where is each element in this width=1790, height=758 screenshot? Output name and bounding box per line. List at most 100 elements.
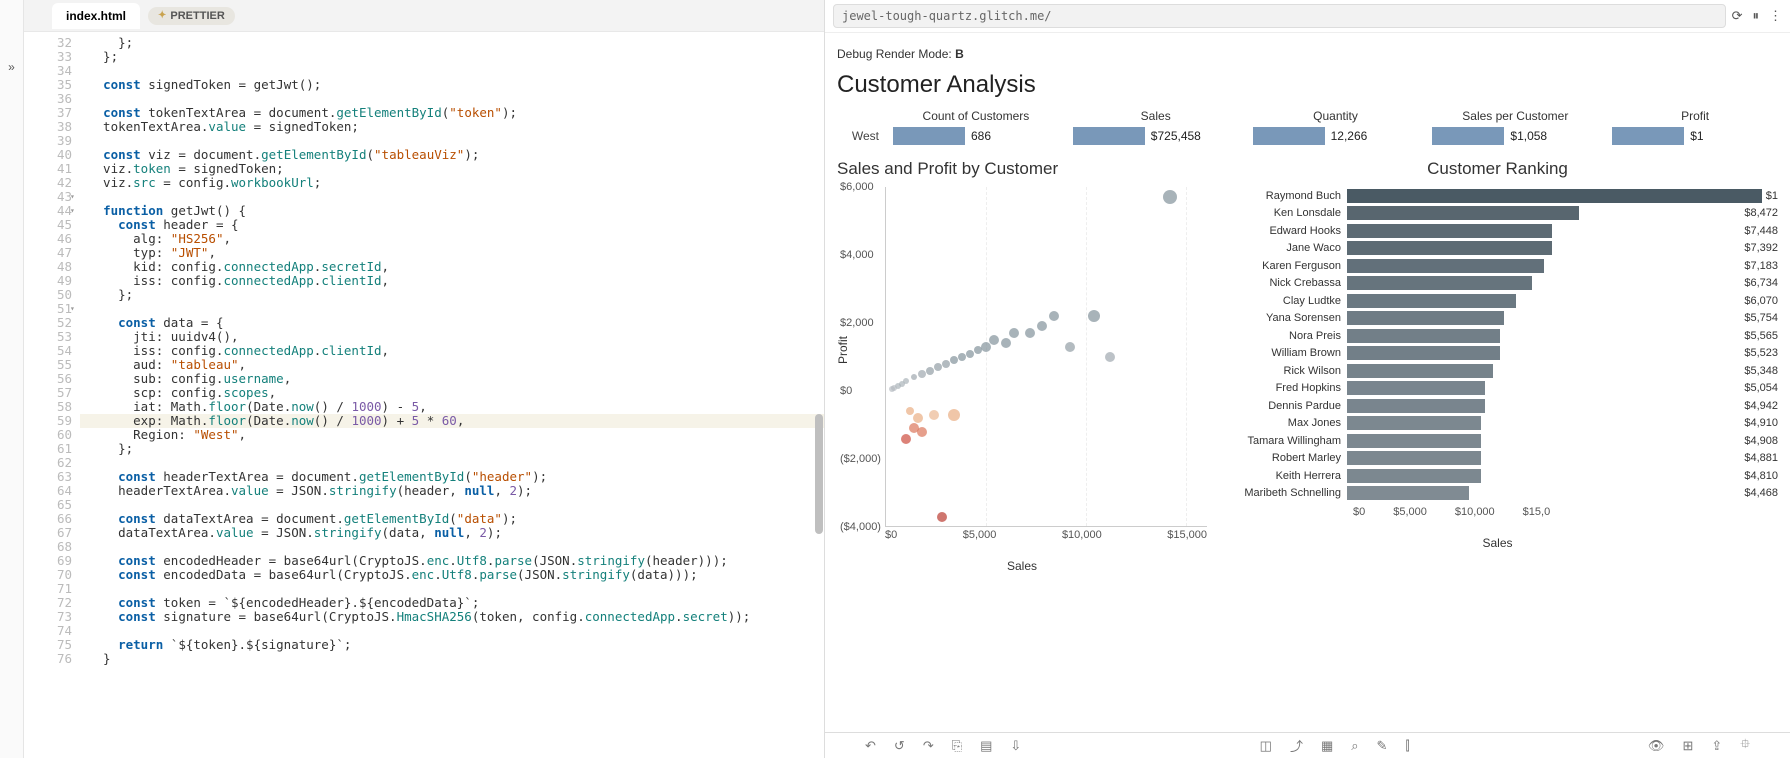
scatter-point[interactable] (913, 413, 923, 423)
ranking-row[interactable]: Ken Lonsdale $8,472 (1217, 205, 1778, 223)
toolbar-icon-16[interactable]: ⇪ (1711, 738, 1722, 754)
scatter-point[interactable] (911, 374, 917, 380)
ranking-list[interactable]: Raymond Buch $1Ken Lonsdale $8,472Edward… (1217, 187, 1778, 502)
ranking-row[interactable]: Karen Ferguson $7,183 (1217, 257, 1778, 275)
kpi-card[interactable]: Sales $725,458 (1073, 109, 1239, 145)
vertical-scrollbar[interactable] (814, 64, 824, 758)
scatter-point[interactable] (989, 335, 999, 345)
toolbar-icon-10[interactable]: ⌕ (1351, 738, 1358, 754)
prettier-button[interactable]: PRETTIER (148, 7, 235, 25)
kpi-value: $1,058 (1510, 129, 1547, 143)
kpi-title: Sales per Customer (1432, 109, 1598, 123)
kpi-card[interactable]: Count of Customers 686 (893, 109, 1059, 145)
toolbar-icon-17[interactable]: ⯐ (1740, 735, 1750, 757)
scrollbar-thumb[interactable] (815, 414, 823, 534)
scatter-point[interactable] (906, 407, 914, 415)
toolbar-icon-11[interactable]: ✎ (1377, 738, 1388, 754)
rank-value: $7,183 (1740, 260, 1778, 272)
ranking-row[interactable]: Dennis Pardue $4,942 (1217, 397, 1778, 415)
toolbar-icon-4[interactable]: ▤ (980, 738, 992, 754)
toolbar-icon-3[interactable]: ⎘ (952, 738, 962, 754)
ranking-row[interactable]: Maribeth Schnelling $4,468 (1217, 485, 1778, 503)
scatter-point[interactable] (981, 342, 991, 352)
rank-name: Dennis Pardue (1217, 400, 1347, 412)
kpi-row: West Count of Customers 686Sales $725,45… (837, 109, 1778, 145)
more-icon[interactable]: ⋮ (1769, 8, 1782, 24)
scatter-title: Sales and Profit by Customer (837, 159, 1207, 179)
code-area[interactable]: }; }; const signedToken = getJwt(); cons… (80, 32, 824, 758)
scatter-point[interactable] (1065, 342, 1075, 352)
scatter-point[interactable] (1049, 311, 1059, 321)
scatter-point[interactable] (966, 350, 974, 358)
toolbar-icon-8[interactable]: ⤴ (1290, 736, 1303, 755)
code-editor[interactable]: 3233343536373839404142434445464748495051… (24, 32, 824, 758)
scatter-point[interactable] (901, 434, 911, 444)
kpi-card[interactable]: Quantity 12,266 (1253, 109, 1419, 145)
rank-value: $5,523 (1740, 347, 1778, 359)
scatter-point[interactable] (1009, 328, 1019, 338)
ranking-row[interactable]: Nora Preis $5,565 (1217, 327, 1778, 345)
scatter-point[interactable] (926, 367, 934, 375)
rank-value: $4,908 (1740, 435, 1778, 447)
ranking-title: Customer Ranking (1217, 159, 1778, 179)
ranking-row[interactable]: William Brown $5,523 (1217, 345, 1778, 363)
scatter-plot[interactable]: $6,000$4,000$2,000$0($2,000)($4,000) (885, 187, 1207, 527)
toolbar-icon-5[interactable]: ⇩ (1010, 738, 1021, 754)
rank-name: Raymond Buch (1217, 190, 1347, 202)
scatter-point[interactable] (934, 363, 942, 371)
scatter-point[interactable] (942, 360, 950, 368)
scatter-point[interactable] (917, 427, 927, 437)
ranking-row[interactable]: Fred Hopkins $5,054 (1217, 380, 1778, 398)
scatter-point[interactable] (974, 346, 982, 354)
ranking-row[interactable]: Tamara Willingham $4,908 (1217, 432, 1778, 450)
rank-name: Tamara Willingham (1217, 435, 1347, 447)
rank-name: Nick Crebassa (1217, 277, 1347, 289)
kpi-card[interactable]: Sales per Customer $1,058 (1432, 109, 1598, 145)
kpi-title: Count of Customers (893, 109, 1059, 123)
scatter-point[interactable] (1088, 310, 1100, 322)
toolbar-icon-1[interactable]: ↺ (894, 738, 905, 754)
ranking-row[interactable]: Raymond Buch $1 (1217, 187, 1778, 205)
toolbar-icon-15[interactable]: ⊞ (1682, 738, 1693, 754)
url-input[interactable] (833, 4, 1726, 28)
ranking-row[interactable]: Nick Crebassa $6,734 (1217, 275, 1778, 293)
scatter-point[interactable] (1037, 321, 1047, 331)
scatter-point[interactable] (918, 370, 926, 378)
rank-value: $5,348 (1740, 365, 1778, 377)
toolbar-icon-7[interactable]: ◫ (1260, 738, 1272, 754)
tab-file[interactable]: index.html (52, 3, 140, 29)
toolbar-icon-14[interactable]: 👁 (1648, 738, 1665, 754)
toolbar-icon-0[interactable]: ↶ (865, 738, 876, 754)
scatter-point[interactable] (950, 356, 958, 364)
ranking-row[interactable]: Clay Ludtke $6,070 (1217, 292, 1778, 310)
debug-mode-label: Debug Render Mode: B (837, 47, 1778, 61)
toolbar-icon-2[interactable]: ↷ (923, 738, 934, 754)
toolbar-icon-9[interactable]: ▦ (1321, 738, 1333, 754)
ranking-row[interactable]: Max Jones $4,910 (1217, 415, 1778, 433)
ranking-row[interactable]: Yana Sorensen $5,754 (1217, 310, 1778, 328)
scatter-point[interactable] (937, 512, 947, 522)
ranking-row[interactable]: Jane Waco $7,392 (1217, 240, 1778, 258)
scatter-point[interactable] (1163, 190, 1177, 204)
scatter-point[interactable] (958, 353, 966, 361)
ranking-row[interactable]: Edward Hooks $7,448 (1217, 222, 1778, 240)
kpi-card[interactable]: Profit $1 (1612, 109, 1778, 145)
scatter-point[interactable] (1105, 352, 1115, 362)
scatter-point[interactable] (929, 410, 939, 420)
ranking-row[interactable]: Keith Herrera $4,810 (1217, 467, 1778, 485)
pause-icon[interactable]: ⏸ (1753, 8, 1760, 24)
ranking-row[interactable]: Rick Wilson $5,348 (1217, 362, 1778, 380)
rank-value: $5,054 (1740, 382, 1778, 394)
expand-sidebar-icon[interactable]: » (8, 60, 15, 74)
rank-value: $4,881 (1740, 452, 1778, 464)
scatter-point[interactable] (1001, 338, 1011, 348)
scatter-point[interactable] (1025, 328, 1035, 338)
scatter-point[interactable] (948, 409, 960, 421)
scatter-point[interactable] (889, 386, 895, 392)
rank-value: $5,565 (1740, 330, 1778, 342)
rank-name: William Brown (1217, 347, 1347, 359)
rank-value: $4,942 (1740, 400, 1778, 412)
toolbar-icon-12[interactable]: ⫿ (1405, 738, 1409, 754)
ranking-row[interactable]: Robert Marley $4,881 (1217, 450, 1778, 468)
refresh-icon[interactable]: ⟳ (1732, 8, 1743, 24)
